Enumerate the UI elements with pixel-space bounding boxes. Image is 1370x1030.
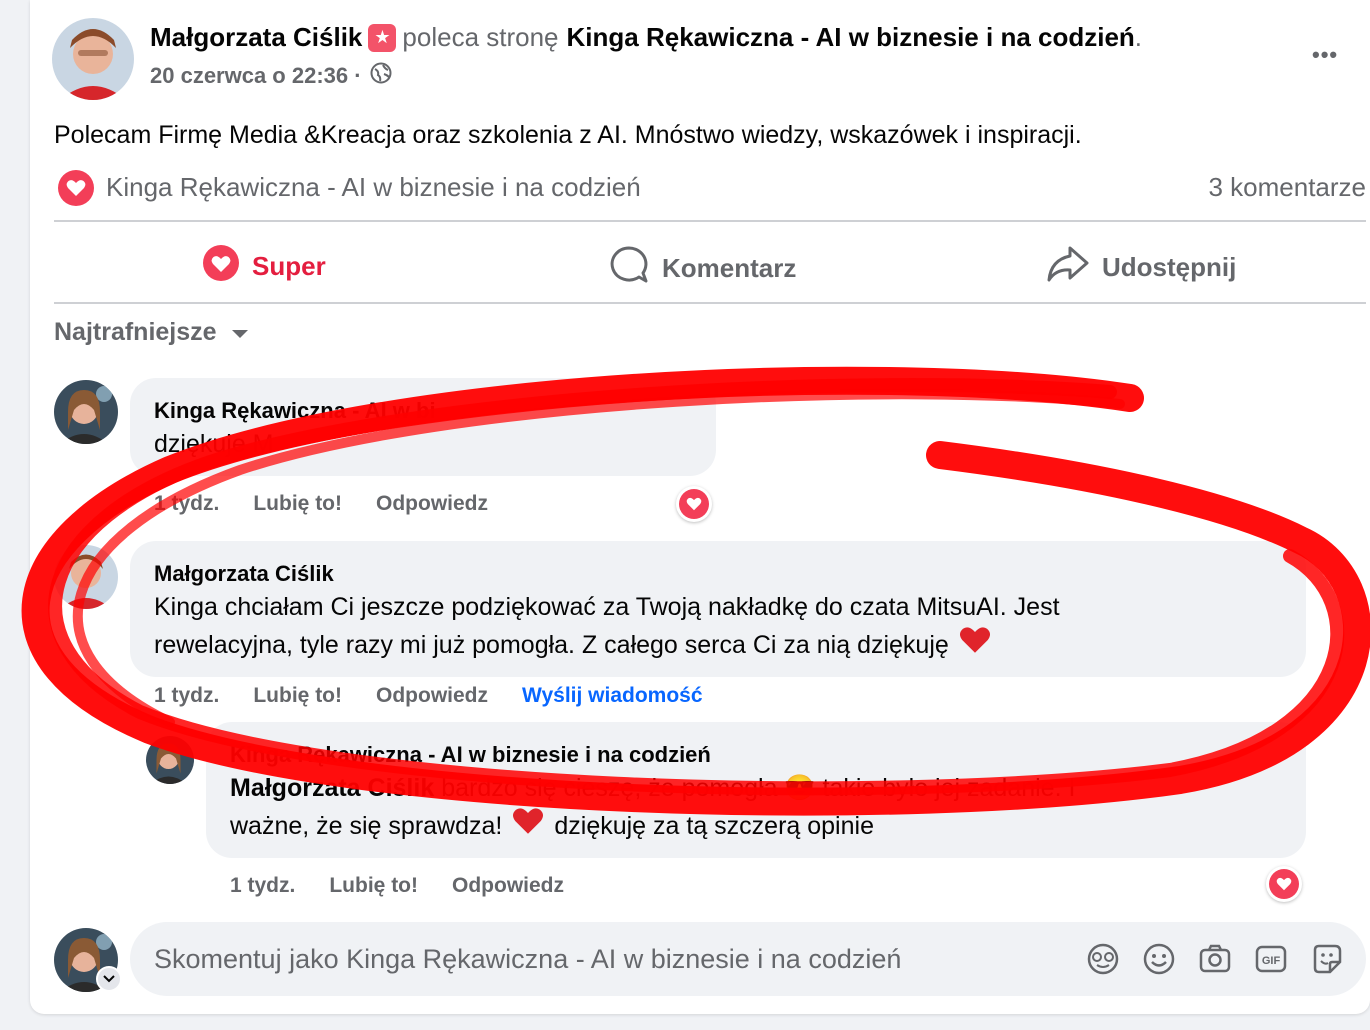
post-date[interactable]: 20 czerwca o 22:36 · [150,63,362,89]
reactions-summary[interactable]: Kinga Rękawiczna - AI w biznesie i na co… [106,172,641,203]
like-button[interactable]: Super [202,244,326,289]
reply-text: ważne, że się sprawdza! [230,812,503,840]
sort-label: Najtrafniejsze [54,318,217,346]
commenter-avatar[interactable] [54,545,118,609]
reply-text-line: Małgorzata Ciślik bardzo się cieszę, że … [230,770,1075,806]
divider-bottom [54,302,1366,304]
commenter-avatar[interactable] [54,380,118,444]
reply-text: dziękuję za tą szczerą opinie [554,812,874,840]
comment-time[interactable]: 1 tydz. [154,684,219,708]
heart-icon [1269,869,1299,899]
comment-reaction-badge[interactable] [676,486,712,522]
post-meta: 20 czerwca o 22:36 · [150,62,392,90]
page-name-suffix: . [1134,22,1143,52]
comment-reply-button[interactable]: Odpowiedz [376,492,488,516]
sticker-icon[interactable] [1310,942,1344,976]
divider-top [54,220,1366,222]
reply-actions: 1 tydz. Lubię to! Odpowiedz [230,874,564,898]
page-name-link[interactable]: Kinga Rękawiczna - AI w biznesie i na co… [567,22,1135,53]
reply-bubble: Kinga Rękawiczna - AI w biznesie i na co… [206,722,1306,858]
comment-text: dziękuje M [154,430,274,458]
sort-dropdown[interactable]: Najtrafniejsze [54,318,249,347]
reply-like-button[interactable]: Lubię to! [329,874,418,898]
emoji-icon[interactable] [1142,942,1176,976]
post-card: Małgorzata Ciślik ★ poleca stronę Kinga … [30,0,1370,1014]
comment-author[interactable]: Kinga Rękawiczna - AI w bi [154,398,436,424]
reply-author[interactable]: Kinga Rękawiczna - AI w biznesie i na co… [230,742,711,768]
heart-icon [679,489,709,519]
comment-text: Kinga chciałam Ci jeszcze podziękować za… [154,593,1060,621]
send-message-link[interactable]: Wyślij wiadomość [522,684,703,708]
comment-text-line: rewelacyjna, tyle razy mi już pomogła. Z… [154,625,991,665]
author-name[interactable]: Małgorzata Ciślik [150,22,362,53]
comment-bubble: Kinga Rękawiczna - AI w bi dziękuje M [130,378,716,476]
more-options-icon[interactable]: ••• [1312,42,1338,68]
svg-text:GIF: GIF [1262,955,1281,967]
mention-link[interactable]: Małgorzata Ciślik [230,774,434,802]
post-action-text: poleca stronę [402,22,559,52]
post-header-line: Małgorzata Ciślik ★ poleca stronę Kinga … [150,22,1142,53]
share-icon [1046,244,1090,291]
comment-composer: GIF [130,922,1366,996]
reply-text: bardzo się cieszę, że pomogła 😎 takie by… [441,774,1076,802]
comment-label: Komentarz [662,253,797,283]
like-label: Super [252,251,326,281]
reply-avatar[interactable] [146,736,194,784]
recommend-icon: ★ [368,23,397,52]
share-button[interactable]: Udostępnij [1046,244,1236,291]
comment-author[interactable]: Małgorzata Ciślik [154,561,334,587]
reply-reaction-badge[interactable] [1266,866,1302,902]
comment-bubble: Małgorzata Ciślik Kinga chciałam Ci jesz… [130,541,1306,677]
reply-text-line: ważne, że się sprawdza! dziękuję za tą s… [230,806,874,846]
globe-icon [370,62,392,90]
comment-input[interactable] [154,922,1074,996]
red-heart-emoji-icon [512,806,544,846]
comment-actions: 1 tydz. Lubię to! Odpowiedz [154,492,488,516]
comment-actions: 1 tydz. Lubię to! Odpowiedz Wyślij wiado… [154,684,703,708]
gif-icon[interactable]: GIF [1254,942,1288,976]
reply-reply-button[interactable]: Odpowiedz [452,874,564,898]
comments-count[interactable]: 3 komentarze [1208,172,1366,203]
comment-text: rewelacyjna, tyle razy mi już pomogła. Z… [154,631,949,659]
reaction-heart-icon[interactable] [58,170,94,206]
comment-time[interactable]: 1 tydz. [154,492,219,516]
comment-button[interactable]: Komentarz [608,244,796,293]
comment-like-button[interactable]: Lubię to! [253,492,342,516]
heart-icon [202,244,240,289]
comment-like-button[interactable]: Lubię to! [253,684,342,708]
post-body: Polecam Firmę Media &Kreacja oraz szkole… [54,121,1082,149]
profile-switch-chevron-icon[interactable] [96,966,122,992]
avatar-sticker-icon[interactable] [1086,942,1120,976]
red-heart-emoji-icon [959,625,991,665]
share-label: Udostępnij [1102,252,1237,282]
comment-reply-button[interactable]: Odpowiedz [376,684,488,708]
comment-icon [608,244,650,293]
reply-time[interactable]: 1 tydz. [230,874,295,898]
chevron-down-icon [231,318,249,347]
camera-icon[interactable] [1198,942,1232,976]
author-avatar[interactable] [52,18,134,100]
